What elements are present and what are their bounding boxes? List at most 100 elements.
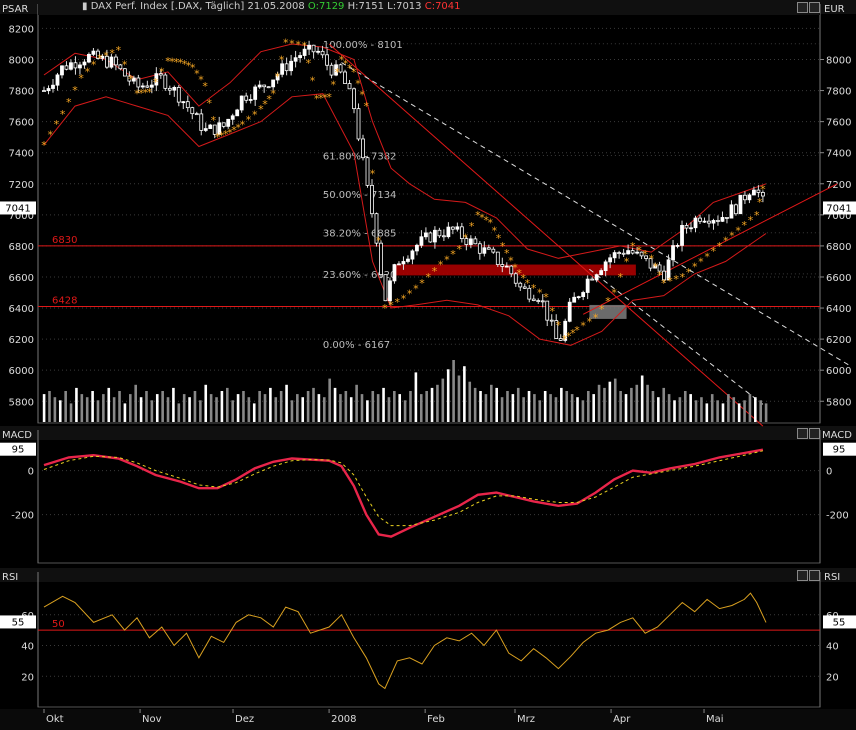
psar-marker: * [605,295,611,308]
psar-marker: * [41,139,47,152]
volume-bar [387,397,391,422]
rsi-panel-minimize-button[interactable] [797,570,808,581]
psar-marker: * [289,37,295,50]
volume-bar [613,378,617,422]
psar-marker: * [91,59,97,72]
volume-bar [215,397,218,422]
psar-marker: * [370,167,376,180]
price-left-tick-label: 7400 [9,149,34,160]
price-left-tick-label: 6800 [9,242,34,253]
candle-body [289,60,294,72]
candle-body [500,264,505,267]
volume-bar [69,403,73,422]
candle-body [612,252,617,259]
volume-bar [242,391,245,422]
macd-panel-close-button[interactable] [809,428,820,439]
high-value: H:7151 [347,1,384,12]
volume-bar [258,391,261,422]
macd-right-tick-label: -200 [826,511,849,522]
header-text: ▮ DAX Perf. Index [.DAX, Täglich] 21.05.… [82,1,461,12]
psar-marker: * [335,66,341,79]
psar-marker: * [295,38,301,51]
candle-body [590,278,595,281]
volume-bar [586,391,590,422]
candle-body [437,229,442,237]
psar-marker: * [711,245,717,258]
psar-marker: * [159,65,165,78]
volume-bar [522,397,525,422]
price-right-tick-label: 5800 [826,397,851,408]
psar-marker: * [537,287,543,300]
volume-bar [204,384,208,422]
psar-marker: * [692,261,698,274]
volume-bar [145,391,148,422]
psar-marker: * [364,100,370,113]
candle-body [495,251,500,265]
price-right-tick-label: 6200 [826,335,851,346]
candle-body [226,118,231,127]
volume-bar [349,397,353,422]
volume-bar [129,394,132,422]
candle-body [221,122,226,127]
psar-marker: * [580,320,586,333]
candle-body [356,108,361,140]
volume-bar [75,387,78,422]
psar-marker: * [72,84,78,97]
volume-bar [624,394,628,422]
price-left-tick-label: 6000 [9,366,34,377]
psar-marker: * [109,47,115,60]
candle-body [428,232,433,243]
candle-body [441,235,446,238]
volume-bar [58,400,62,422]
volume-bar [328,378,331,422]
psar-marker: * [717,240,723,253]
psar-marker: * [306,57,312,70]
price-panel-minimize-button[interactable] [797,2,808,13]
volume-bar [457,375,461,422]
volume-bar [543,391,547,422]
candle-body [531,298,536,301]
close-value: C:7041 [424,1,461,12]
psar-marker: * [748,214,754,227]
candle-body [316,50,320,53]
volume-bar [500,397,504,422]
psar-marker: * [549,305,555,318]
candle-body [689,227,693,230]
volume-bar [48,391,51,422]
candle-body [401,261,406,265]
volume-bar [102,394,105,422]
psar-marker: * [661,277,667,290]
psar-marker: * [742,219,748,232]
psar-marker: * [680,271,686,284]
candle-body [365,157,370,186]
candle-body [743,194,747,201]
volume-bar [107,387,111,422]
macd-panel-minimize-button[interactable] [797,428,808,439]
candle-body [190,107,195,115]
volume-bar [554,397,558,422]
psar-marker: * [723,235,729,248]
price-panel-close-button[interactable] [809,2,820,13]
candle-body [42,90,46,92]
x-tick-label: Feb [427,714,445,725]
volume-bar [430,387,434,422]
x-tick-label: 2008 [331,714,356,725]
volume-bar [393,391,396,422]
psar-marker: * [78,72,84,85]
psar-marker: * [283,36,289,49]
candle-body [91,50,96,55]
psar-marker: * [153,76,159,89]
volume-bar [177,403,181,422]
candle-body [671,245,675,261]
rsi-panel-close-button[interactable] [809,570,820,581]
candle-body [262,84,267,88]
macd-right-tick-label: 0 [826,467,832,478]
price-left-tick-label: 6400 [9,304,34,315]
volume-bar [716,400,719,422]
psar-marker: * [207,97,213,110]
candle-body [199,113,204,131]
candle-body [293,57,298,62]
candle-body [73,62,78,69]
volume-bar [42,394,46,422]
volume-bar [247,397,251,422]
